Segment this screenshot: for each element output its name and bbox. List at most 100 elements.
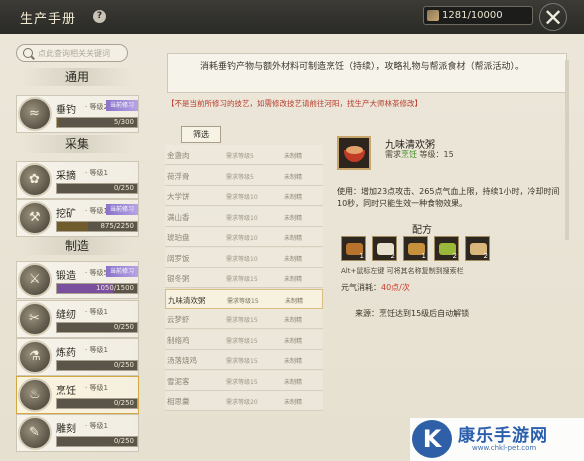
cost-label: 元气消耗： (341, 283, 381, 292)
skill-progress-text: 875/2250 (100, 222, 134, 230)
recipe-requirement: 需求等级15 (226, 337, 258, 345)
skill-name: 垂钓 (56, 105, 76, 116)
skill-progress-bar: 0/250 (56, 322, 138, 333)
recipe-status: 未制精 (284, 378, 303, 386)
category-description: 消耗垂钓产物与额外材料可制造烹饪（持续），攻略礼物与帮派食材（帮派活动）。 (167, 53, 567, 93)
skill-item[interactable]: ♨ 烹饪 · 等级1 0/250 (16, 376, 139, 414)
description-text: 消耗垂钓产物与额外材料可制造烹饪（持续），攻略礼物与帮派食材（帮派活动）。 (200, 62, 525, 72)
skill-progress-text: 0/250 (113, 184, 134, 192)
material-count: 1 (421, 252, 426, 260)
unlock-source: 来源：烹饪达到15级后自动解锁 (355, 309, 470, 318)
recipe-row[interactable]: 金盏肉 需求等级5 未制精 (165, 145, 323, 165)
skill-progress-bar: 5/300 (56, 117, 138, 128)
recipe-detail: 九味清欢粥 需求烹饪 等级：15 使用：增加23点攻击、265点气血上限，持续1… (327, 128, 572, 428)
anvil-icon: ⚔ (18, 263, 52, 297)
material-slot[interactable]: 1 (341, 236, 366, 261)
skill-item[interactable]: ⚔ 锻造 · 等级5 当前修习 1050/1500 (16, 261, 139, 299)
recipe-name: 相思羹 (167, 397, 190, 406)
carving-icon: ✎ (18, 416, 52, 450)
skill-item[interactable]: ⚗ 炼药 · 等级1 0/250 (16, 338, 139, 376)
skill-item[interactable]: ✎ 雕刻 · 等级1 0/250 (16, 414, 139, 452)
recipe-row[interactable]: 云梦虾 需求等级15 未制精 (165, 309, 323, 329)
recipe-name: 阔罗饭 (167, 253, 190, 263)
filter-button[interactable]: 筛选 (181, 126, 221, 143)
recipe-row[interactable]: 汤落烧鸡 需求等级15 未制精 (165, 350, 323, 370)
fishing-icon: ≈ (18, 97, 52, 131)
skill-level-value: 等级1 (89, 308, 108, 316)
skill-name: 挖矿 (56, 209, 76, 220)
current-study-badge: 当前修习 (106, 100, 138, 111)
requirement-skill: 烹饪 (401, 150, 417, 159)
recipe-requirement: 需求等级5 (226, 153, 254, 160)
skill-progress-text: 0/250 (113, 399, 134, 407)
recipe-name: 荷浮骨 (167, 171, 190, 181)
recipe-row[interactable]: 制络鸡 需求等级15 未制精 (165, 329, 323, 350)
skill-level: · 等级5 (85, 269, 108, 277)
recipe-status: 未制精 (284, 153, 303, 160)
section-header: 通用 (22, 68, 132, 86)
skill-glyph: ⚗ (29, 349, 41, 364)
skill-glyph: ≈ (29, 106, 40, 121)
title-bar: 生产手册 ? 1281/10000 ✕ (0, 0, 584, 34)
recipe-name: 九味清欢粥 (168, 295, 206, 305)
recipe-name: 云梦虾 (167, 315, 190, 324)
material-slot[interactable]: 2 (465, 236, 490, 261)
recipe-status: 未制精 (284, 337, 303, 345)
recipe-requirement: 需求等级15 (226, 378, 258, 386)
logo-url: www.chkl-pet.com (472, 444, 537, 452)
dish-requirement: 需求烹饪 等级：15 (385, 149, 454, 160)
recipe-name: 雪泥客 (167, 376, 190, 386)
skill-glyph: ✎ (29, 425, 40, 440)
recipe-requirement: 需求等级15 (226, 317, 258, 324)
skill-glyph: ✿ (29, 172, 40, 187)
recipe-row[interactable]: 阔罗饭 需求等级10 未制精 (165, 247, 323, 268)
material-slot[interactable]: 2 (372, 236, 397, 261)
recipe-row[interactable]: 银冬粥 需求等级15 未制精 (165, 268, 323, 288)
skill-item[interactable]: ✂ 缝纫 · 等级1 0/250 (16, 300, 139, 338)
recipe-name: 金盏肉 (167, 151, 190, 160)
description-scrollbar[interactable] (565, 60, 569, 240)
section-header: 采集 (22, 135, 132, 153)
search-placeholder: 点此查询相关关键词 (38, 49, 110, 58)
recipe-row[interactable]: 满山香 需求等级10 未制精 (165, 206, 323, 227)
recipe-row[interactable]: 九味清欢粥 需求等级15 未制精 (165, 288, 323, 309)
recipe-row[interactable]: 琥珀盘 需求等级10 未制精 (165, 227, 323, 247)
skill-level: · 等级1 (85, 346, 108, 354)
current-study-badge: 当前修习 (106, 204, 138, 215)
help-icon[interactable]: ? (93, 10, 106, 23)
dish-effect: 使用：增加23点攻击、265点气血上限，持续1小时，冷却时间10秒，同时只能生效… (337, 187, 560, 208)
pickaxe-icon: ⚒ (18, 201, 52, 235)
recipe-row[interactable]: 雪泥客 需求等级15 未制精 (165, 370, 323, 391)
material-slot[interactable]: 1 (403, 236, 428, 261)
skill-item[interactable]: ✿ 采摘 · 等级1 0/250 (16, 161, 139, 199)
production-manual-window: 生产手册 ? 1281/10000 ✕ 点此查询相关关键词 通用 ≈ 垂钓 · 等级2… (0, 0, 584, 461)
search-input[interactable]: 点此查询相关关键词 (16, 44, 128, 62)
skill-level: · 等级2 (85, 103, 108, 111)
recipe-row[interactable]: 荷浮骨 需求等级5 未制精 (165, 165, 323, 186)
skill-level-value: 等级1 (89, 346, 108, 354)
recipe-row[interactable]: 相思羹 需求等级20 未制精 (165, 391, 323, 411)
search-icon (23, 48, 33, 58)
recipe-name: 满山香 (167, 212, 190, 222)
potion-icon: ⚗ (18, 340, 52, 374)
recipe-list: 筛选 金盏肉 需求等级5 未制精 荷浮骨 需求等级5 未制精 大学饼 需求等级10 未制精 满山香… (165, 123, 323, 451)
recipe-status: 未制精 (284, 194, 303, 201)
congee-icon (337, 136, 371, 170)
skill-item[interactable]: ≈ 垂钓 · 等级2 当前修习 5/300 (16, 95, 139, 133)
skill-sidebar: 点此查询相关关键词 通用 ≈ 垂钓 · 等级2 当前修习 5/300 采集 ✿ 采摘 · 等级1 0… (0, 34, 150, 461)
material-count: 2 (452, 252, 457, 260)
recipe-requirement: 需求等级10 (226, 235, 258, 242)
requirement-prefix: 需求 (385, 150, 401, 159)
recipe-row[interactable]: 大学饼 需求等级10 未制精 (165, 186, 323, 206)
close-button[interactable]: ✕ (539, 3, 567, 32)
recipe-requirement: 需求等级15 (226, 358, 258, 365)
material-slot[interactable]: 2 (434, 236, 459, 261)
recipe-heading: 配方 (412, 225, 432, 236)
section-header: 制造 (22, 237, 132, 255)
material-count: 2 (483, 252, 488, 260)
skill-level-value: 等级1 (89, 422, 108, 430)
skill-progress-bar: 1050/1500 (56, 283, 138, 294)
skill-item[interactable]: ⚒ 挖矿 · 等级12 当前修习 875/2250 (16, 199, 139, 237)
skill-progress-text: 1050/1500 (96, 284, 134, 292)
vitality-counter: 1281/10000 (423, 6, 533, 25)
